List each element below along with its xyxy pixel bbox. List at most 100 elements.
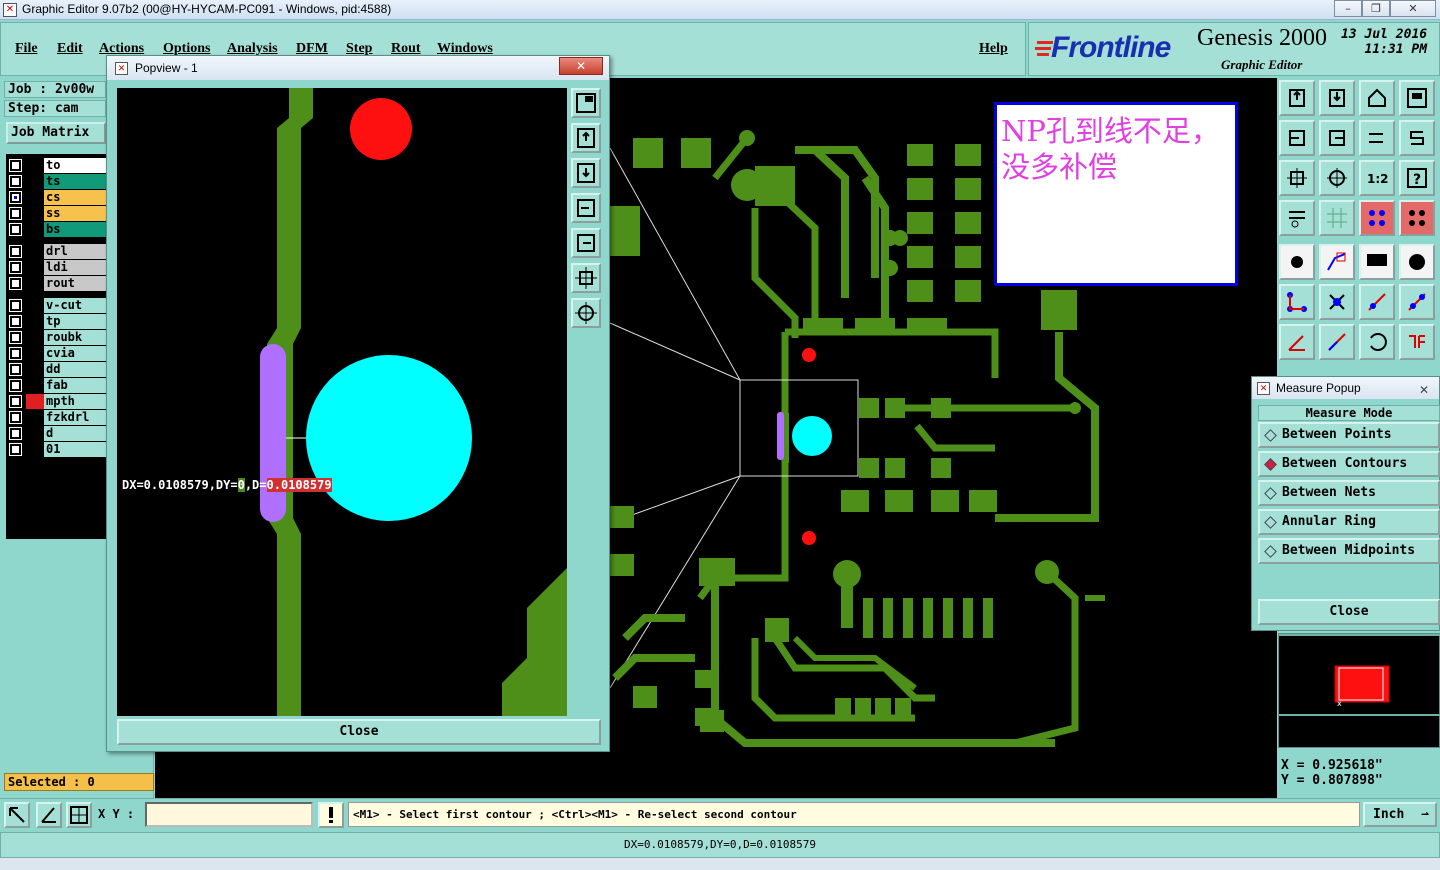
alert-icon[interactable]	[318, 802, 344, 828]
layer-name[interactable]: bs	[44, 222, 108, 237]
layer-name[interactable]: cs	[44, 190, 108, 205]
home-down-icon[interactable]	[1319, 80, 1355, 116]
layer-row-ldi[interactable]: ldi	[8, 260, 108, 275]
layer-checkbox[interactable]	[9, 411, 22, 424]
pan-right-icon[interactable]	[571, 228, 601, 258]
layer-checkbox[interactable]	[9, 245, 22, 258]
layer-row-dd[interactable]: dd	[8, 362, 108, 377]
swap-icon[interactable]	[1359, 120, 1395, 156]
layer-checkbox[interactable]	[9, 299, 22, 312]
ruler-icon[interactable]	[1359, 244, 1395, 280]
mirror-icon[interactable]	[1399, 324, 1435, 360]
line-node2-icon[interactable]	[1399, 284, 1435, 320]
layer-checkbox[interactable]	[9, 379, 22, 392]
option-between-contours[interactable]: Between Contours	[1258, 451, 1440, 477]
popview-close-icon[interactable]: ✕	[559, 57, 603, 75]
layer-name[interactable]: drl	[44, 244, 108, 259]
layer-row-v-cut[interactable]: v-cut	[8, 298, 108, 313]
layer-checkbox[interactable]	[9, 159, 22, 172]
connect-nodes-icon[interactable]	[1279, 284, 1315, 320]
option-annular-ring[interactable]: Annular Ring	[1258, 509, 1440, 535]
zoom-in-icon[interactable]	[1279, 160, 1315, 196]
layer-checkbox[interactable]	[9, 395, 22, 408]
layer-checkbox[interactable]	[9, 363, 22, 376]
layer-checkbox[interactable]	[9, 223, 22, 236]
layer-row-fzkdrl[interactable]: fzkdrl	[8, 410, 108, 425]
select-pad-icon[interactable]	[1279, 244, 1315, 280]
settings-tool-icon[interactable]	[1279, 200, 1315, 236]
layer-row-ts[interactable]: ts	[8, 174, 108, 189]
unit-selector[interactable]: Inch ⇀	[1363, 802, 1437, 827]
line-node-icon[interactable]	[1359, 284, 1395, 320]
scale-1-2-icon[interactable]: 1:2	[1359, 160, 1395, 196]
dot-icon[interactable]	[1399, 244, 1435, 280]
layer-name[interactable]: mpth	[44, 394, 108, 409]
layer-name[interactable]: ss	[44, 206, 108, 221]
layer-row-to[interactable]: to	[8, 158, 108, 173]
layer-name[interactable]: cvia	[44, 346, 108, 361]
layer-row-cs[interactable]: cs	[8, 190, 108, 205]
pan-left-icon[interactable]	[1279, 120, 1315, 156]
layer-row-tp[interactable]: tp	[8, 314, 108, 329]
home-view-icon[interactable]	[1359, 80, 1395, 116]
option-between-points[interactable]: Between Points	[1258, 422, 1440, 448]
layer-row-roubk[interactable]: roubk	[8, 330, 108, 345]
zoom-out-icon[interactable]	[571, 298, 601, 328]
layer-checkbox[interactable]	[9, 175, 22, 188]
layer-name[interactable]: 01	[44, 442, 108, 457]
home-up-icon[interactable]	[571, 123, 601, 153]
layer-checkbox[interactable]	[9, 277, 22, 290]
popview-close-button[interactable]: Close	[117, 719, 601, 745]
layer-checkbox[interactable]	[9, 347, 22, 360]
pan-left-icon[interactable]	[571, 193, 601, 223]
option-between-midpoints[interactable]: Between Midpoints	[1258, 538, 1440, 564]
help-query-icon[interactable]: ?	[1399, 160, 1435, 196]
popview-canvas[interactable]: DX=0.0108579,DY=0,D=0.0108579	[117, 88, 567, 716]
measure-popup-close-icon[interactable]: ✕	[1419, 379, 1429, 401]
home-down-icon[interactable]	[571, 158, 601, 188]
minimize-button[interactable]: –	[1334, 0, 1362, 17]
layer-checkbox[interactable]	[9, 331, 22, 344]
diagonal-line-icon[interactable]	[1319, 324, 1355, 360]
snap-center-icon[interactable]	[1399, 200, 1435, 236]
menu-file[interactable]: File	[15, 41, 38, 57]
layer-checkbox[interactable]	[9, 427, 22, 440]
layer-name[interactable]: rout	[44, 276, 108, 291]
layer-name[interactable]: dd	[44, 362, 108, 377]
cross-select-icon[interactable]	[1319, 284, 1355, 320]
layer-name[interactable]: to	[44, 158, 108, 173]
layer-row-fab[interactable]: fab	[8, 378, 108, 393]
select-arrow-icon[interactable]	[4, 802, 30, 828]
overview-map[interactable]: x	[1278, 633, 1440, 748]
rotate-icon[interactable]	[1359, 324, 1395, 360]
layer-name[interactable]: v-cut	[44, 298, 108, 313]
layer-checkbox[interactable]	[9, 207, 22, 220]
measure-close-button[interactable]: Close	[1258, 599, 1440, 625]
layer-row-01[interactable]: 01	[8, 442, 108, 457]
s-curve-icon[interactable]	[1399, 120, 1435, 156]
layer-checkbox[interactable]	[9, 315, 22, 328]
pan-right-icon[interactable]	[1319, 120, 1355, 156]
zoom-out-icon[interactable]	[1319, 160, 1355, 196]
layer-checkbox[interactable]	[9, 191, 22, 204]
option-between-nets[interactable]: Between Nets	[1258, 480, 1440, 506]
layer-name[interactable]: fzkdrl	[44, 410, 108, 425]
menu-help[interactable]: Help	[979, 41, 1008, 57]
layer-row-d[interactable]: d	[8, 426, 108, 441]
layer-name[interactable]: ts	[44, 174, 108, 189]
layer-name[interactable]: fab	[44, 378, 108, 393]
layer-row-rout[interactable]: rout	[8, 276, 108, 291]
window-fit-icon[interactable]	[1399, 80, 1435, 116]
layer-name[interactable]: d	[44, 426, 108, 441]
layer-row-drl[interactable]: drl	[8, 244, 108, 259]
grid-icon[interactable]	[1319, 200, 1355, 236]
xy-input[interactable]	[145, 802, 313, 827]
maximize-button[interactable]: ❐	[1362, 0, 1390, 17]
layer-name[interactable]: roubk	[44, 330, 108, 345]
snap-pads-icon[interactable]	[1359, 200, 1395, 236]
layer-row-mpth[interactable]: mpth	[8, 394, 108, 409]
measure-angle-icon[interactable]	[36, 802, 62, 828]
layer-checkbox[interactable]	[9, 443, 22, 456]
job-matrix-button[interactable]: Job Matrix	[6, 122, 106, 144]
layer-name[interactable]: ldi	[44, 260, 108, 275]
